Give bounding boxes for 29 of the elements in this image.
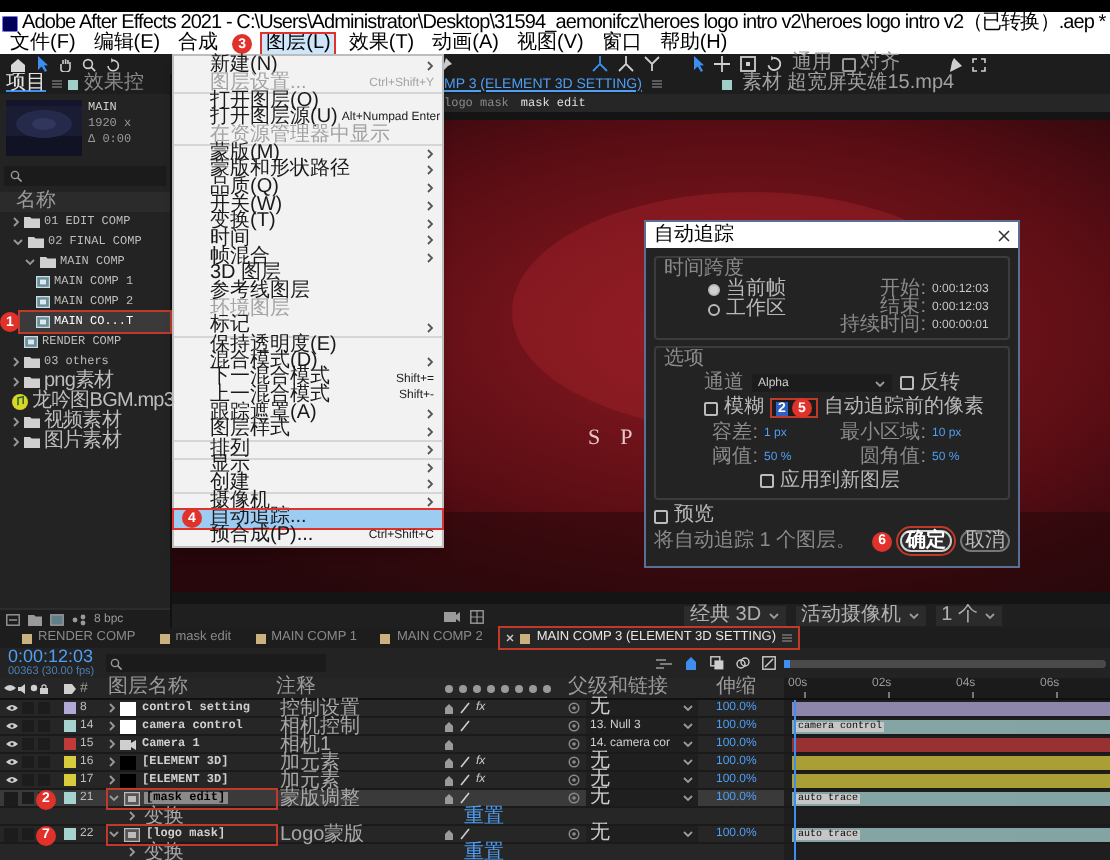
field-label: 通道 bbox=[704, 373, 744, 393]
field-label: 阈值: bbox=[712, 447, 758, 467]
layer-comment: 蒙版调整 bbox=[280, 789, 360, 807]
section-label: 选项 bbox=[664, 348, 704, 370]
dialog-title: 自动追踪 bbox=[654, 225, 734, 245]
status-text: 将自动追踪 1 个图层。 bbox=[654, 531, 857, 551]
field-label: 自动追踪前的像素 bbox=[823, 398, 984, 418]
column-header: 父级和链接 bbox=[568, 678, 668, 698]
column-header: 名称 bbox=[16, 192, 56, 212]
field-label: 结束: bbox=[880, 297, 926, 317]
field-label: 最小区域: bbox=[840, 423, 926, 443]
window-title: Adobe After Effects 2021 - C:\Users\Administrator\Desktop\31594_aemonifcz\heroes logo intro v2\heroes logo intro v2（已转换）.aep * bbox=[22, 13, 1106, 33]
layer-comment: 加元素 bbox=[280, 771, 340, 789]
field-label: 容差: bbox=[712, 423, 758, 443]
title-letter: P bbox=[620, 428, 637, 450]
workspace-label: 通用 bbox=[792, 54, 832, 74]
layer-comment: 相机控制 bbox=[280, 717, 360, 735]
layer-comment: 控制设置 bbox=[280, 699, 360, 717]
field-label: 圆角值: bbox=[860, 447, 926, 467]
field-label: 持续时间: bbox=[840, 315, 926, 335]
layer-comment: 加元素 bbox=[280, 753, 340, 771]
column-header: 图层名称 bbox=[108, 678, 188, 698]
title-letter: S bbox=[588, 428, 605, 450]
column-header: 伸缩 bbox=[716, 678, 756, 698]
layer-comment: 相机1 bbox=[280, 735, 332, 753]
layer-comment: Logo蒙版 bbox=[280, 825, 365, 843]
section-label: 时间跨度 bbox=[664, 258, 744, 280]
column-header: 注释 bbox=[276, 678, 316, 698]
field-label: 开始: bbox=[880, 279, 926, 299]
